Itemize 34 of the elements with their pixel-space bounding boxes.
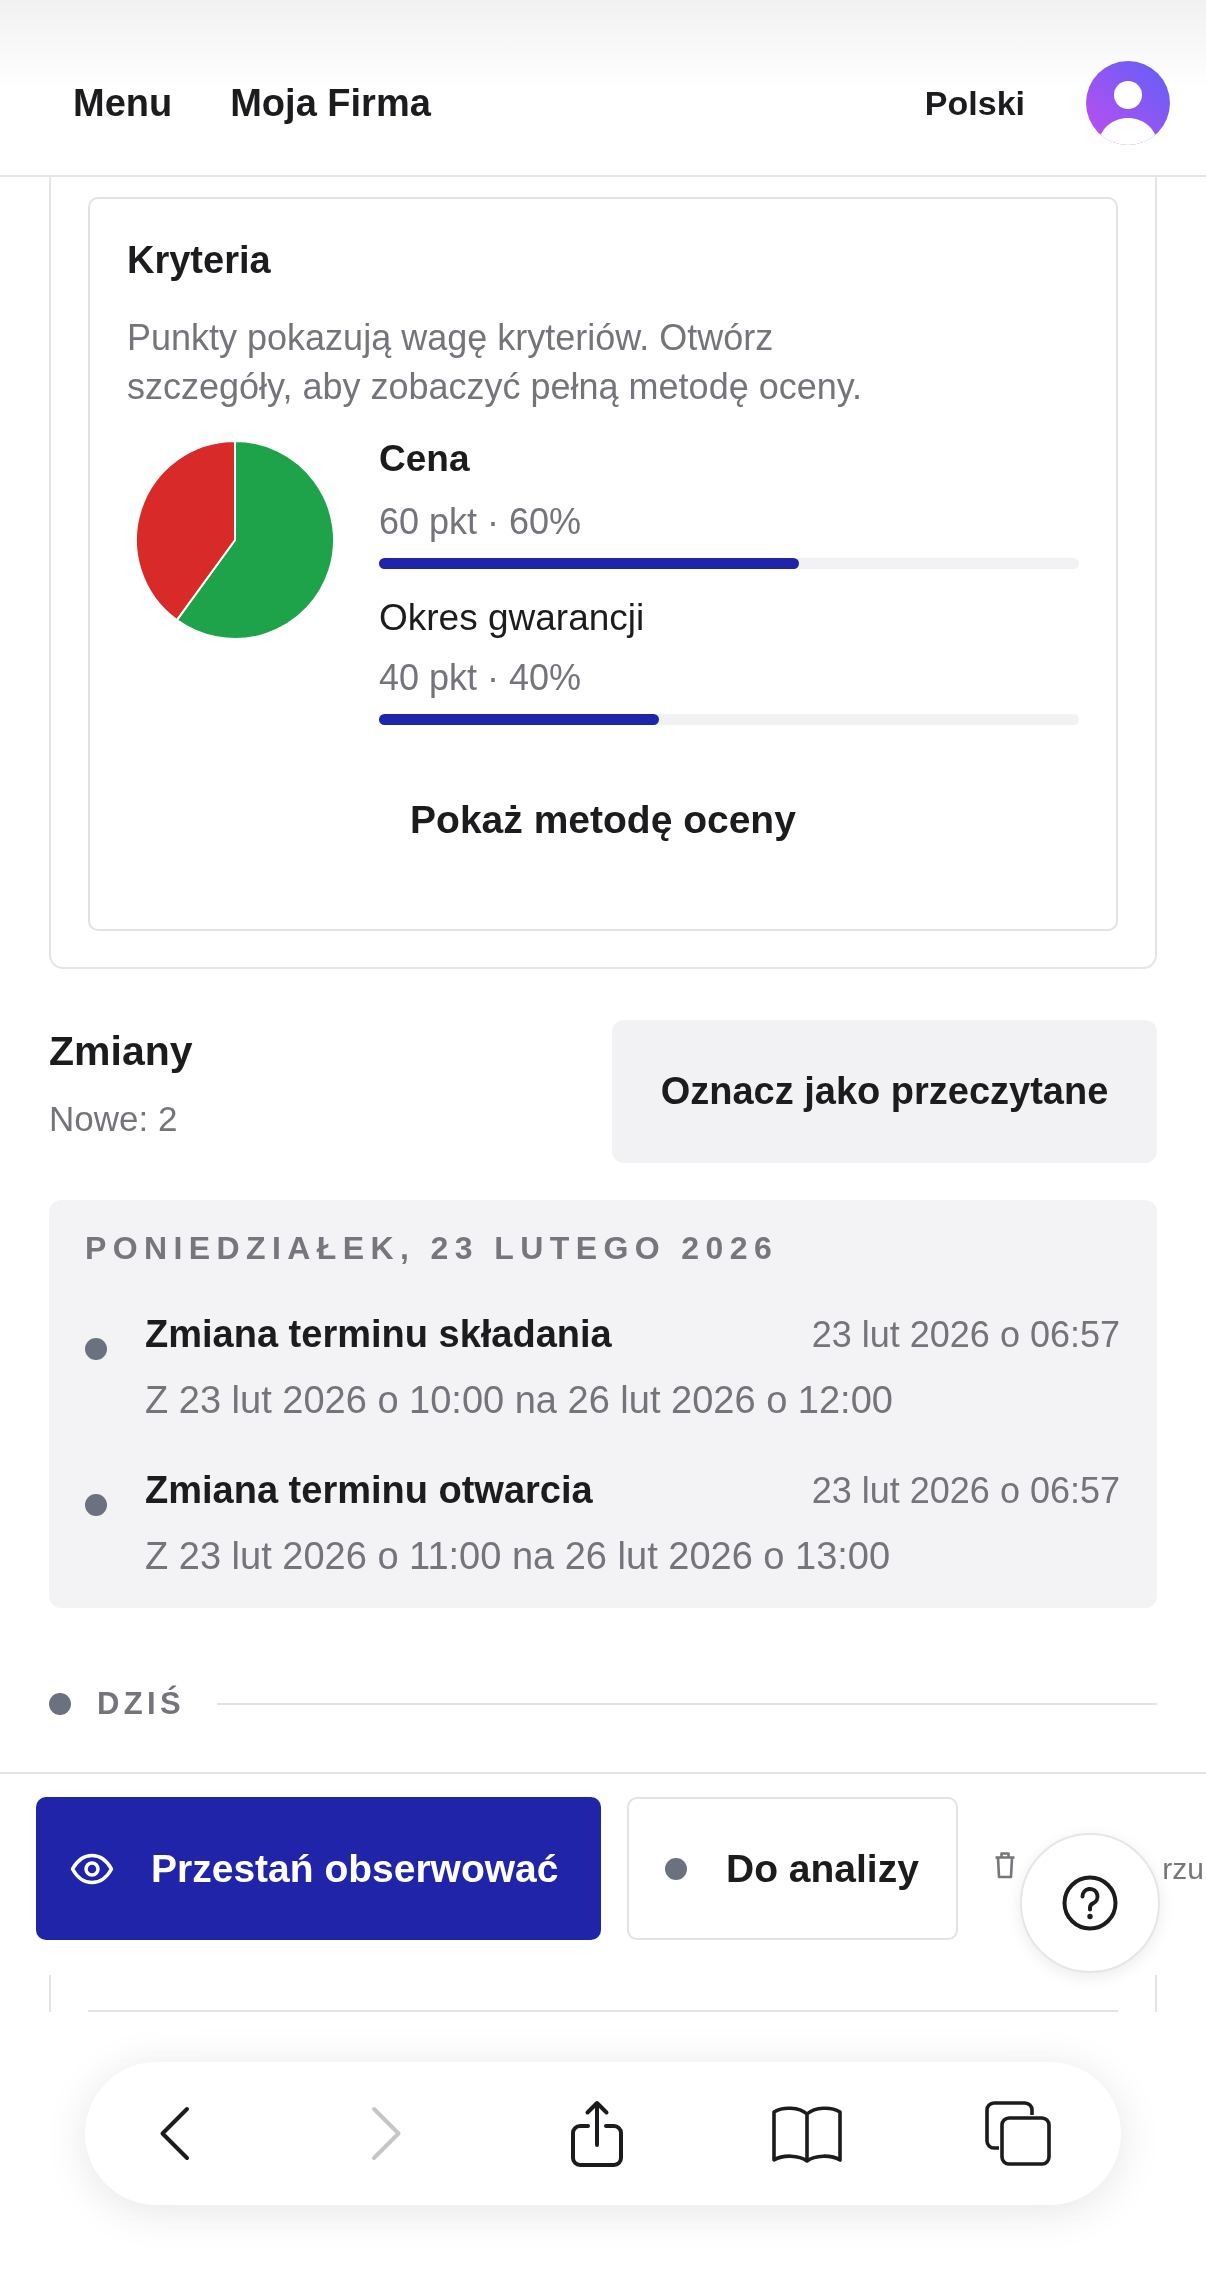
criterion-name: Okres gwarancji [379, 597, 646, 639]
section-title: Zmiany [49, 1028, 193, 1074]
change-time: 23 lut 2026 o 06:57 [811, 1314, 1120, 1356]
nav-link[interactable]: Moja Firma [230, 81, 431, 125]
new-count: Nowe: 2 [49, 1099, 179, 1139]
eye-icon [70, 1852, 114, 1885]
change-title: Zmiana terminu otwarcia [145, 1469, 593, 1511]
card-description: Punkty pokazują wagę kryteriów. Otwórz szczegóły, aby zobaczyć pełną metodę oceny. [127, 316, 864, 409]
change-detail: Z 23 lut 2026 o 10:00 na 26 lut 2026 o 12:00 [145, 1379, 894, 1421]
bookmarks-button[interactable] [771, 2103, 844, 2164]
change-time: 23 lut 2026 o 06:57 [811, 1470, 1120, 1512]
card-title: Kryteria [127, 240, 272, 280]
language-selector[interactable]: Polski [924, 81, 1025, 125]
nav-link[interactable]: Menu [73, 81, 173, 125]
date-heading: PONIEDZIAŁEK, 23 LUTEGO 2026 [85, 1230, 780, 1266]
status-button[interactable]: Do analizy [627, 1797, 958, 1940]
help-icon [1062, 1875, 1118, 1931]
share-button[interactable] [568, 2098, 625, 2169]
trash-icon[interactable] [994, 1850, 1016, 1879]
change-detail: Z 23 lut 2026 o 11:00 na 26 lut 2026 o 13:00 [145, 1535, 892, 1577]
change-title: Zmiana terminu składania [145, 1313, 612, 1355]
mark-read-button[interactable]: Oznacz jako przeczytane [612, 1020, 1157, 1163]
criterion-name: Cena [379, 438, 471, 480]
criterion-score: 40 pkt · 40% [379, 657, 583, 699]
action-button[interactable]: rzu [1162, 1848, 1204, 1889]
show-method-button[interactable]: Pokaż metodę oceny [370, 779, 836, 861]
unfollow-button[interactable]: Przestań obserwować [36, 1797, 601, 1940]
tabs-button[interactable] [984, 2100, 1052, 2167]
back-button[interactable] [159, 2106, 191, 2161]
timeline-label: DZIŚ [97, 1684, 185, 1723]
avatar-icon[interactable] [1086, 61, 1170, 145]
dot-icon [665, 1857, 687, 1880]
criterion-score: 60 pkt · 60% [379, 501, 583, 543]
timeline-dot-icon [49, 1693, 71, 1715]
